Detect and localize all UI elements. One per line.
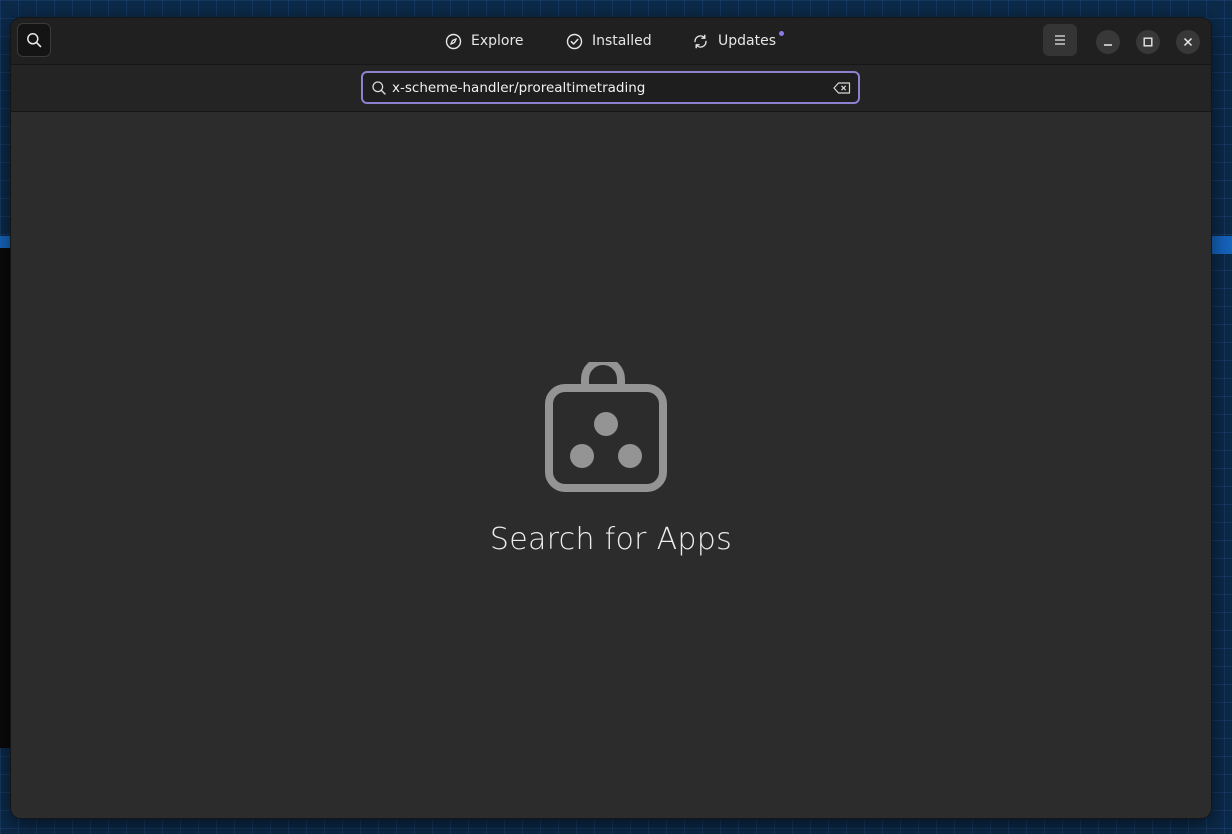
header-bar: Explore Installed Updates xyxy=(11,18,1211,65)
minimize-button[interactable] xyxy=(1096,30,1120,54)
compass-icon xyxy=(445,33,462,49)
tab-label: Explore xyxy=(471,33,524,49)
tab-explore[interactable]: Explore xyxy=(445,29,524,53)
shopping-bag-icon xyxy=(545,362,667,492)
tab-label: Installed xyxy=(592,33,652,49)
search-icon xyxy=(372,80,386,95)
search-results-area: Search for Apps xyxy=(11,112,1211,818)
search-icon xyxy=(27,33,42,48)
desktop-background-strip xyxy=(1210,236,1232,254)
backspace-clear-icon xyxy=(833,81,851,94)
search-toggle-button[interactable] xyxy=(17,23,51,57)
maximize-button[interactable] xyxy=(1136,30,1160,54)
hamburger-menu-icon xyxy=(1055,35,1065,45)
view-switcher: Explore Installed Updates xyxy=(11,18,1211,64)
refresh-icon xyxy=(694,34,707,48)
tab-label: Updates xyxy=(718,33,776,49)
updates-badge xyxy=(779,31,784,36)
empty-state-title: Search for Apps xyxy=(489,522,733,557)
app-center-window: Explore Installed Updates x-scheme-handl… xyxy=(11,18,1211,818)
search-input[interactable] xyxy=(387,73,832,102)
tab-updates[interactable]: Updates xyxy=(692,29,784,53)
tab-installed[interactable]: Installed xyxy=(566,29,652,53)
close-button[interactable] xyxy=(1176,30,1200,54)
clear-search-button[interactable] xyxy=(832,80,852,96)
maximize-icon xyxy=(1143,37,1153,47)
check-circle-icon xyxy=(566,33,583,49)
main-menu-button[interactable] xyxy=(1043,24,1077,56)
close-icon xyxy=(1183,37,1193,47)
minimize-icon xyxy=(1104,44,1112,46)
search-entry xyxy=(361,71,860,104)
search-bar xyxy=(11,65,1211,112)
